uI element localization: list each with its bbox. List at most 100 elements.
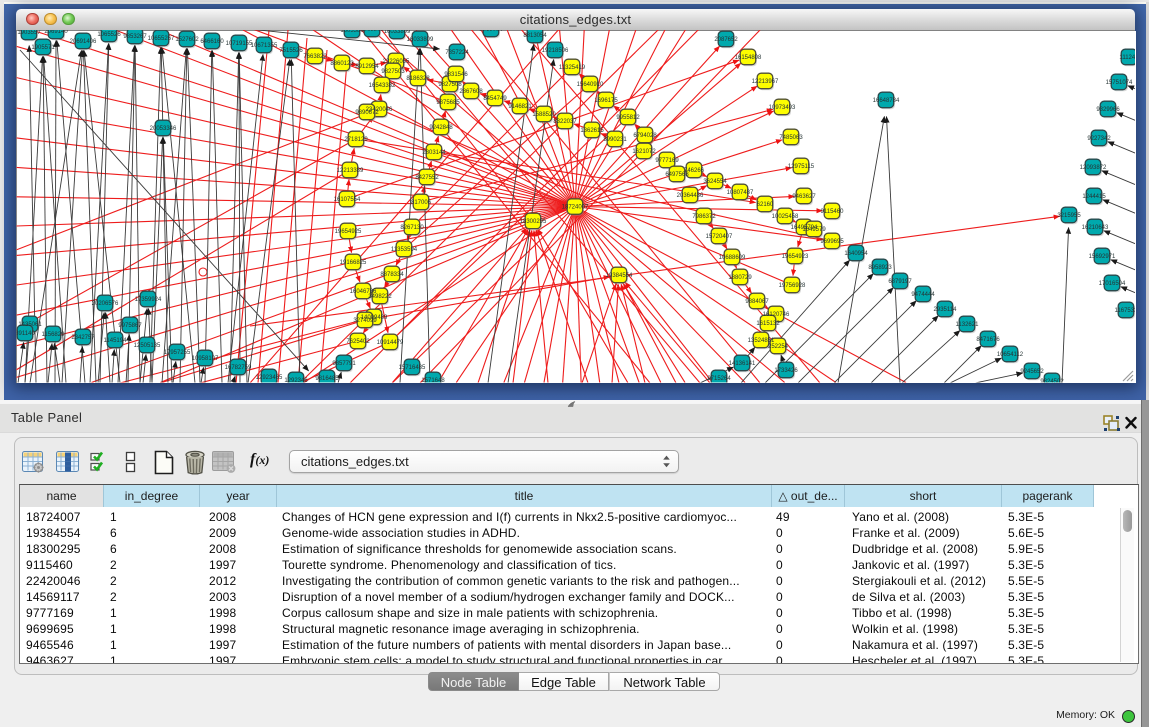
svg-text:7663822: 7663822 [303,54,327,60]
svg-text:10719155: 10719155 [226,41,253,47]
svg-text:20053346: 20053346 [150,126,177,132]
svg-text:1063309: 1063309 [360,27,384,33]
svg-text:1588520: 1588520 [532,112,556,118]
svg-text:8990231: 8990231 [603,137,627,143]
svg-text:9831546: 9831546 [444,72,468,78]
svg-text:12093872: 12093872 [1080,165,1107,171]
svg-text:3215955: 3215955 [1057,213,1081,219]
svg-text:1435061: 1435061 [18,322,42,328]
svg-text:1132621: 1132621 [956,322,980,328]
svg-text:10973493: 10973493 [769,105,796,111]
svg-text:111240: 111240 [1119,55,1139,61]
svg-text:14136141: 14136141 [729,361,756,367]
svg-text:17957255: 17957255 [164,350,191,356]
svg-text:16120746: 16120746 [763,312,790,318]
svg-text:10914479: 10914479 [377,340,404,346]
svg-text:19654925: 19654925 [335,229,362,235]
svg-text:9699695: 9699695 [820,239,844,245]
svg-text:2867608: 2867608 [459,89,483,95]
svg-text:7515526: 7515526 [279,48,303,54]
svg-text:1615132: 1615132 [756,321,780,327]
svg-text:11325419: 11325419 [559,65,586,71]
svg-text:1571648: 1571648 [421,378,445,384]
svg-text:9242848: 9242848 [429,125,453,131]
svg-text:12505135: 12505135 [134,343,161,349]
svg-text:11353594: 11353594 [391,247,418,253]
svg-text:8878334: 8878334 [380,272,404,278]
svg-text:1244415: 1244415 [1082,194,1106,200]
svg-text:8813054: 8813054 [523,33,547,39]
svg-text:9777169: 9777169 [655,158,679,164]
svg-text:16154808: 16154808 [735,55,762,61]
svg-text:1167533: 1167533 [1115,308,1139,314]
svg-text:19654923: 19654923 [782,254,809,260]
svg-text:7485063: 7485063 [779,135,803,141]
svg-text:15716485: 15716485 [399,365,426,371]
svg-text:8186328: 8186328 [406,76,430,82]
svg-text:17016504: 17016504 [1099,281,1126,287]
svg-text:16648784: 16648784 [873,98,900,104]
svg-text:16782759: 16782759 [225,365,252,371]
svg-text:15692971: 15692971 [1089,254,1116,260]
svg-text:891140: 891140 [15,331,35,337]
svg-text:20691406: 20691406 [70,39,97,45]
svg-text:1649579: 1649579 [802,227,826,233]
svg-text:9115460: 9115460 [821,209,845,215]
svg-text:1905571: 1905571 [31,45,55,51]
svg-text:16107554: 16107554 [334,197,361,203]
svg-text:1156829: 1156829 [42,332,66,338]
svg-text:1903557: 1903557 [17,30,41,36]
svg-text:23226055: 23226055 [383,59,410,65]
svg-text:8427552: 8427552 [415,175,439,181]
svg-text:9715264: 9715264 [707,376,731,382]
svg-text:16033809: 16033809 [384,29,411,35]
svg-text:1621072: 1621072 [632,149,656,155]
svg-text:9884067: 9884067 [745,299,769,305]
svg-text:2803144: 2803144 [422,150,446,156]
svg-text:3498222: 3498222 [368,294,392,300]
svg-text:1880729: 1880729 [728,275,752,281]
svg-text:9245652: 9245652 [1020,369,1044,375]
svg-text:17359924: 17359924 [135,297,162,303]
svg-text:62160: 62160 [757,202,774,208]
svg-text:6794028: 6794028 [633,133,657,139]
svg-text:10688609: 10688609 [719,255,746,261]
svg-text:2342757: 2342757 [71,335,95,341]
svg-text:9824502: 9824502 [1040,379,1064,385]
svg-text:8454749: 8454749 [483,96,507,102]
svg-text:3274099: 3274099 [353,318,377,324]
svg-text:9827508: 9827508 [438,82,462,88]
svg-text:12213967: 12213967 [752,79,779,85]
svg-text:8912954: 8912954 [355,64,379,70]
svg-text:1696175: 1696175 [594,98,618,104]
svg-text:10671355: 10671355 [251,43,278,49]
svg-text:19756928: 19756928 [779,283,806,289]
svg-text:2718129: 2718129 [344,137,368,143]
svg-text:8267130: 8267130 [400,225,424,231]
svg-text:8471676: 8471676 [976,337,1000,343]
svg-text:15640910: 15640910 [577,82,604,88]
svg-text:10655267: 10655267 [148,36,175,42]
svg-text:19166825: 19166825 [340,260,367,266]
svg-text:7625402: 7625402 [346,339,370,345]
svg-text:12213389: 12213389 [337,168,364,174]
svg-text:817006: 817006 [411,200,432,206]
svg-text:9816485: 9816485 [315,376,339,382]
svg-text:9474444: 9474444 [911,292,935,298]
svg-text:7986372: 7986372 [692,214,716,220]
svg-text:2069140: 2069140 [44,29,68,35]
svg-text:12923465: 12923465 [256,375,283,381]
svg-text:1292346: 1292346 [284,378,308,384]
svg-text:9975867: 9975867 [118,323,142,329]
svg-text:2087652: 2087652 [714,37,738,43]
svg-text:19218506: 19218506 [542,48,569,54]
svg-text:12975115: 12975115 [788,164,815,170]
svg-text:10807487: 10807487 [727,190,754,196]
svg-text:9146821: 9146821 [508,104,532,110]
svg-text:18300295: 18300295 [520,219,547,225]
svg-text:3624554: 3624554 [703,179,727,185]
svg-text:252254: 252254 [768,344,789,350]
svg-text:6497568: 6497568 [665,172,689,178]
svg-text:20364436: 20364436 [677,193,704,199]
svg-text:9227342: 9227342 [1087,136,1111,142]
